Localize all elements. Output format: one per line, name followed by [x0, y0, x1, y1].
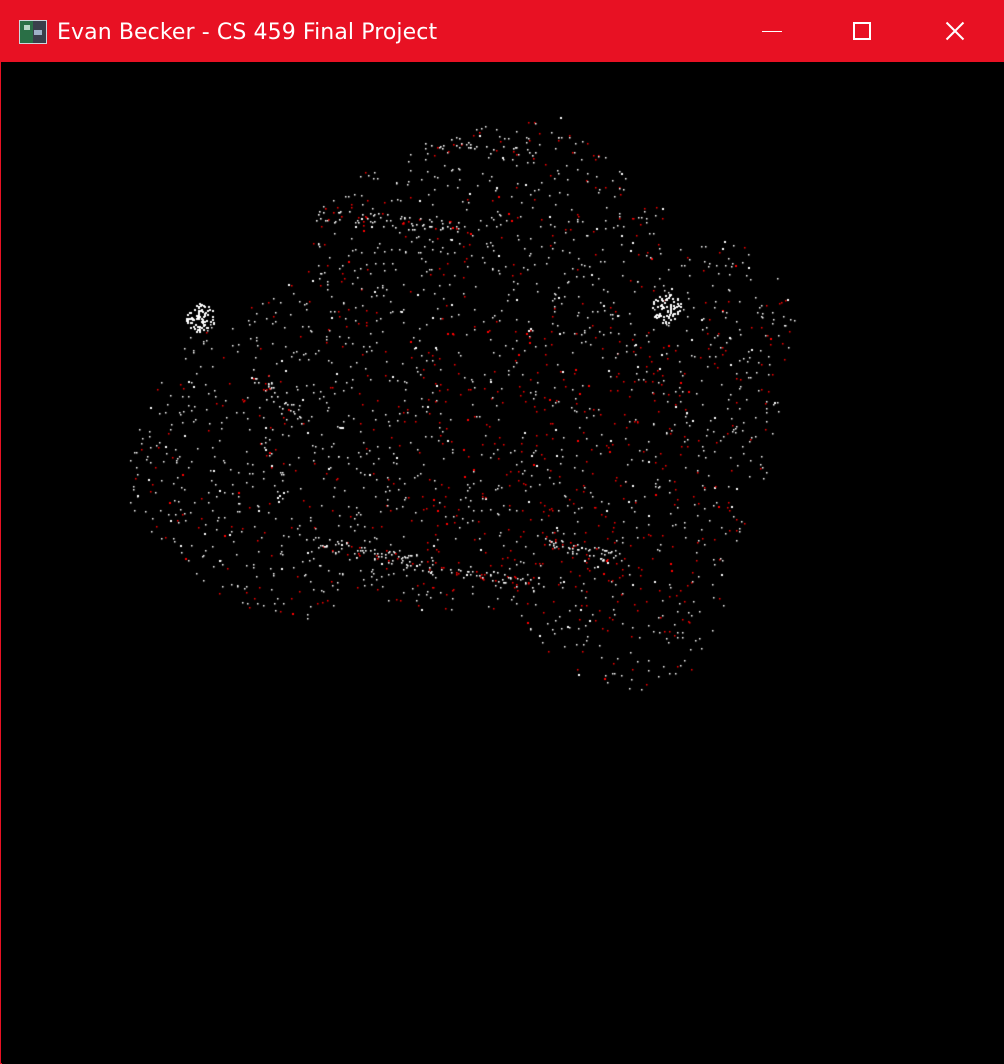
minimize-icon: [762, 31, 782, 32]
window-title: Evan Becker - CS 459 Final Project: [57, 20, 438, 45]
application-window: Evan Becker - CS 459 Final Project: [0, 0, 1004, 1064]
render-viewport[interactable]: [2, 62, 1004, 1064]
title-bar[interactable]: Evan Becker - CS 459 Final Project: [1, 1, 1003, 62]
maximize-button[interactable]: [817, 1, 909, 62]
minimize-button[interactable]: [727, 1, 819, 62]
close-icon: [945, 21, 965, 41]
point-cloud-canvas[interactable]: [2, 62, 1004, 1064]
program-icon: [19, 20, 47, 44]
close-button[interactable]: [909, 1, 1001, 62]
maximize-icon: [853, 22, 871, 40]
